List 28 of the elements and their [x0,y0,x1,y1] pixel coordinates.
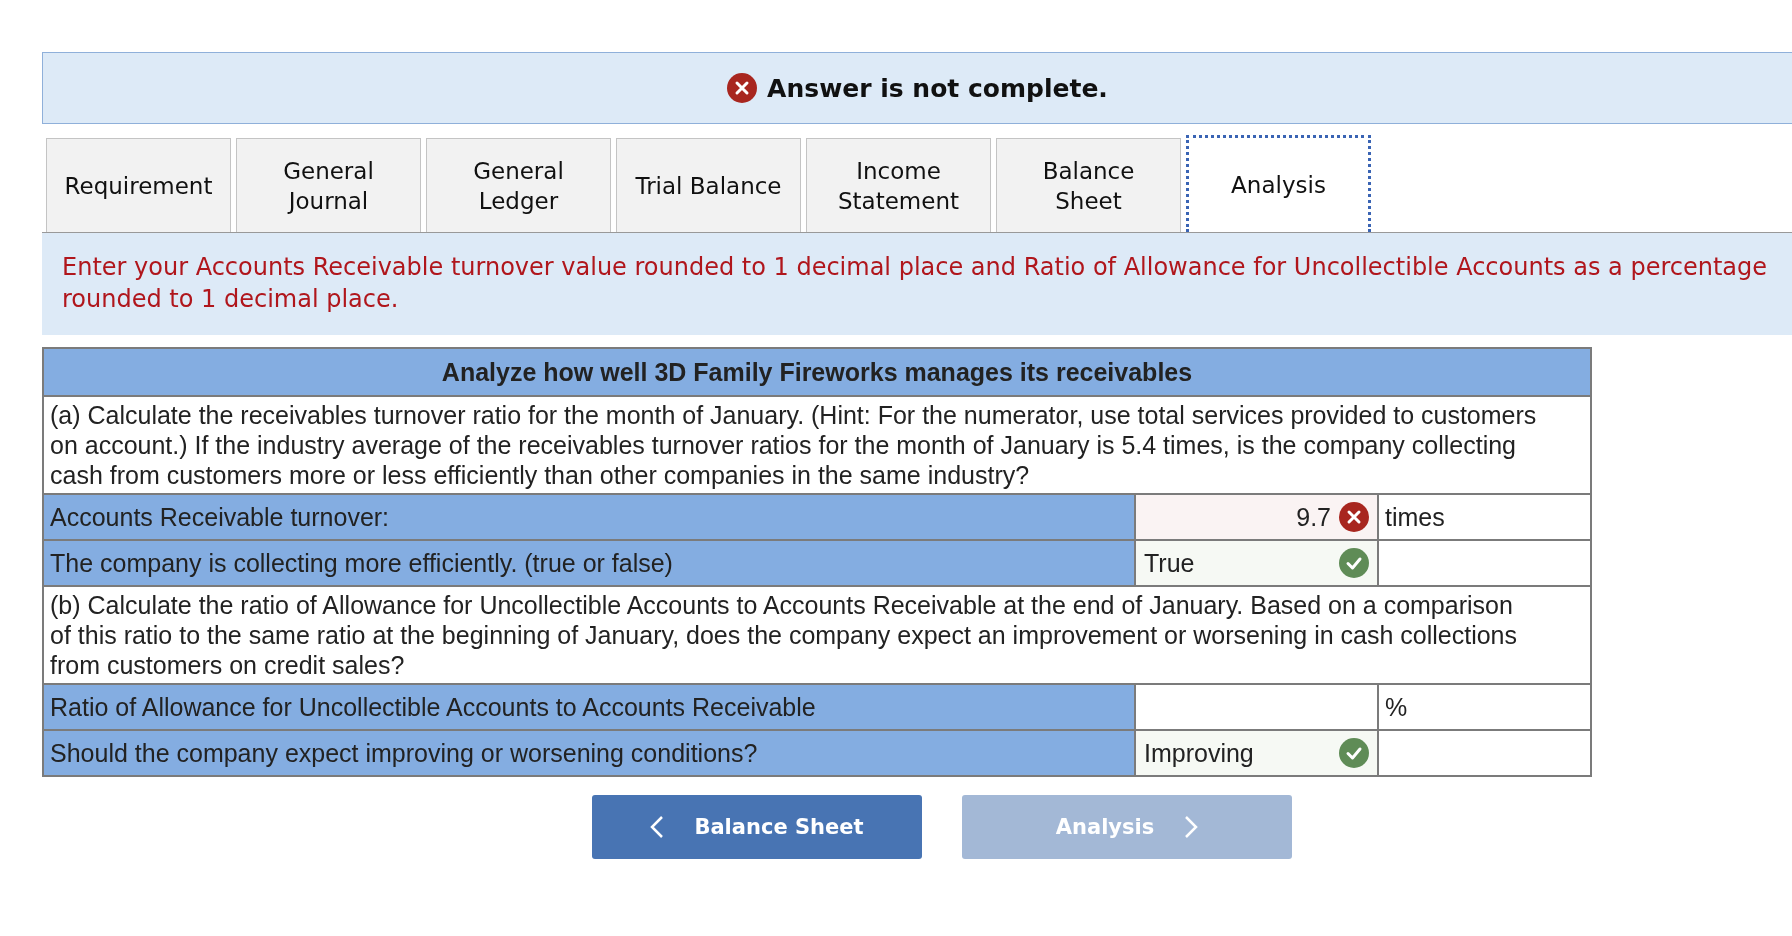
tab[interactable]: General Ledger [426,138,611,232]
banner-text: Answer is not complete. [767,73,1108,103]
tab[interactable]: Balance Sheet [996,138,1181,232]
tab[interactable]: General Journal [236,138,421,232]
question-text: (a) Calculate the receivables turnover ratio for the month of January. (Hint: For the numerator, use total services provided to customers on account.) If the industry average of the receivables turnover ratios for the month of January is 5.4 times, is the company collecting cash from customers more or less efficiently than other companies in the same industry? [43,396,1591,494]
row-label: The company is collecting more efficiently. (true or false) [43,540,1135,586]
answer-value: Improving [1144,738,1254,768]
tab[interactable]: Trial Balance [616,138,801,232]
answer-field[interactable]: True [1135,540,1378,586]
tab[interactable]: Requirement [46,138,231,232]
answer-value: True [1144,548,1195,578]
answer-field[interactable] [1135,684,1378,730]
instruction-text: Enter your Accounts Receivable turnover value rounded to 1 decimal place and Ratio of Allowance for Uncollectible Accounts as a percentage rounded to 1 decimal place. [42,233,1792,335]
row-label: Accounts Receivable turnover: [43,494,1135,540]
row-label: Should the company expect improving or worsening conditions? [43,730,1135,776]
tab[interactable]: Analysis [1186,135,1371,232]
answer-field[interactable]: Improving [1135,730,1378,776]
previous-button[interactable]: Balance Sheet [592,795,922,859]
answer-value: 9.7 [1296,502,1331,532]
row-label: Ratio of Allowance for Uncollectible Accounts to Accounts Receivable [43,684,1135,730]
tab[interactable]: Income Statement [806,138,991,232]
answer-field[interactable]: 9.7 [1135,494,1378,540]
chevron-right-icon [1184,815,1199,839]
question-text: (b) Calculate the ratio of Allowance for Uncollectible Accounts to Accounts Receivable at the end of January. Based on a comparison of this ratio to the same ratio at the beginning of January, does the company expect an improvement or worsening in cash collections from customers on credit sales? [43,586,1591,684]
table-title: Analyze how well 3D Family Fireworks manages its receivables [43,348,1591,396]
unit-cell: times [1378,494,1591,540]
chevron-left-icon [650,815,665,839]
unit-cell: % [1378,684,1591,730]
